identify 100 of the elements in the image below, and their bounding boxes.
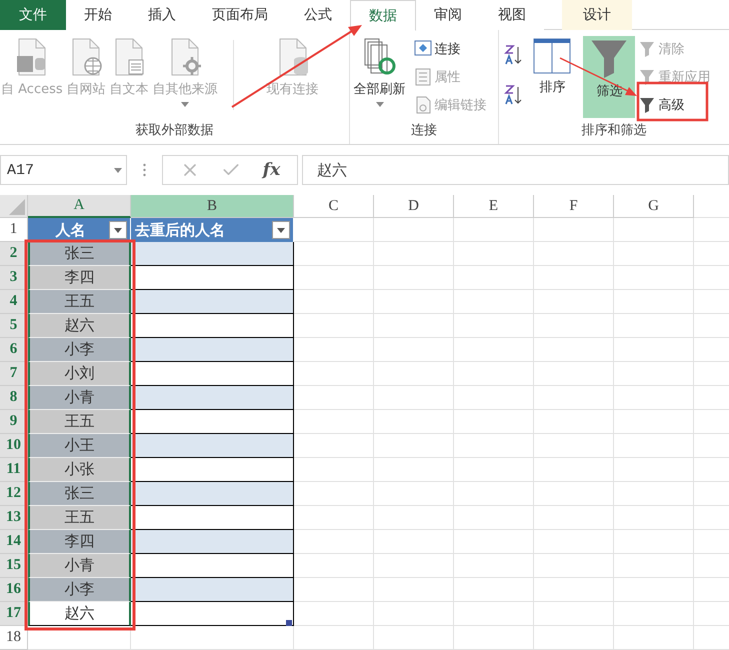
- column-header[interactable]: F: [534, 195, 614, 218]
- empty-cell[interactable]: [614, 458, 694, 482]
- empty-cell[interactable]: [614, 530, 694, 554]
- empty-cell[interactable]: [534, 626, 614, 650]
- sort-descending-icon[interactable]: [503, 84, 524, 106]
- column-header[interactable]: A: [28, 195, 131, 218]
- empty-cell[interactable]: [374, 602, 454, 626]
- empty-cell[interactable]: [534, 578, 614, 602]
- column-header[interactable]: E: [454, 195, 534, 218]
- empty-cell[interactable]: [534, 434, 614, 458]
- formula-field[interactable]: 赵六: [302, 155, 729, 185]
- empty-cell[interactable]: [614, 434, 694, 458]
- empty-cell[interactable]: [614, 362, 694, 386]
- empty-cell[interactable]: [374, 434, 454, 458]
- empty-cell[interactable]: [534, 386, 614, 410]
- ribbon-button[interactable]: 排序: [527, 36, 578, 118]
- name-box[interactable]: A17: [0, 155, 127, 185]
- ribbon-tab[interactable]: 设计: [562, 0, 632, 30]
- ribbon-tab[interactable]: 文件: [0, 0, 66, 30]
- empty-cell[interactable]: [614, 554, 694, 578]
- empty-cell[interactable]: [454, 530, 534, 554]
- empty-cell[interactable]: [374, 626, 454, 650]
- column-header[interactable]: B: [131, 195, 294, 218]
- empty-cell[interactable]: [534, 554, 614, 578]
- empty-cell[interactable]: [374, 218, 454, 242]
- empty-cell[interactable]: [454, 314, 534, 338]
- empty-cell[interactable]: [374, 506, 454, 530]
- empty-cell[interactable]: [374, 242, 454, 266]
- empty-cell[interactable]: [374, 458, 454, 482]
- empty-cell[interactable]: [534, 266, 614, 290]
- empty-cell[interactable]: [454, 458, 534, 482]
- empty-cell[interactable]: [534, 290, 614, 314]
- empty-cell[interactable]: [534, 338, 614, 362]
- empty-cell[interactable]: [374, 314, 454, 338]
- empty-cell[interactable]: [534, 314, 614, 338]
- sort-ascending-icon[interactable]: [503, 44, 524, 66]
- empty-cell[interactable]: [454, 506, 534, 530]
- empty-cell[interactable]: [534, 602, 614, 626]
- empty-cell[interactable]: [454, 578, 534, 602]
- insert-function-button[interactable]: fx: [262, 160, 280, 180]
- empty-cell[interactable]: [614, 626, 694, 650]
- empty-cell[interactable]: [534, 458, 614, 482]
- empty-cell[interactable]: [454, 410, 534, 434]
- column-header[interactable]: D: [374, 195, 454, 218]
- empty-cell[interactable]: [454, 338, 534, 362]
- empty-cell[interactable]: [614, 506, 694, 530]
- empty-cell[interactable]: [614, 482, 694, 506]
- empty-cell[interactable]: [614, 266, 694, 290]
- empty-cell[interactable]: [294, 626, 374, 650]
- ribbon-button[interactable]: 全部刷新: [350, 36, 410, 118]
- table-cell: 小刘: [28, 362, 131, 386]
- row-header[interactable]: 18: [0, 626, 28, 650]
- fill-handle[interactable]: [286, 620, 292, 626]
- empty-cell[interactable]: [454, 290, 534, 314]
- empty-cell[interactable]: [374, 482, 454, 506]
- column-header[interactable]: C: [294, 195, 374, 218]
- empty-cell[interactable]: [374, 554, 454, 578]
- empty-cell[interactable]: [454, 602, 534, 626]
- empty-cell[interactable]: [374, 578, 454, 602]
- empty-cell[interactable]: [534, 362, 614, 386]
- empty-cell[interactable]: [614, 578, 694, 602]
- empty-cell[interactable]: [454, 626, 534, 650]
- empty-cell[interactable]: [534, 410, 614, 434]
- empty-cell[interactable]: [374, 290, 454, 314]
- filter-dropdown[interactable]: [272, 221, 290, 239]
- empty-cell[interactable]: [374, 362, 454, 386]
- column-header[interactable]: G: [614, 195, 694, 218]
- empty-cell[interactable]: [614, 218, 694, 242]
- empty-cell[interactable]: [454, 242, 534, 266]
- empty-cell[interactable]: [614, 242, 694, 266]
- empty-cell[interactable]: [534, 218, 614, 242]
- empty-cell[interactable]: [614, 290, 694, 314]
- ribbon-tab[interactable]: 数据: [350, 0, 416, 31]
- empty-cell[interactable]: [614, 314, 694, 338]
- row-header[interactable]: 1: [0, 218, 28, 242]
- empty-cell[interactable]: [131, 626, 294, 650]
- empty-cell[interactable]: [534, 506, 614, 530]
- empty-cell[interactable]: [374, 266, 454, 290]
- empty-cell[interactable]: [454, 386, 534, 410]
- empty-cell[interactable]: [534, 242, 614, 266]
- empty-cell[interactable]: [534, 482, 614, 506]
- empty-cell[interactable]: [454, 482, 534, 506]
- empty-cell[interactable]: [534, 530, 614, 554]
- empty-cell[interactable]: [454, 434, 534, 458]
- empty-cell[interactable]: [614, 602, 694, 626]
- empty-cell[interactable]: [454, 266, 534, 290]
- empty-cell[interactable]: [374, 530, 454, 554]
- empty-cell[interactable]: [614, 338, 694, 362]
- empty-cell[interactable]: [614, 386, 694, 410]
- empty-cell[interactable]: [454, 218, 534, 242]
- ribbon-button[interactable]: 高级: [639, 94, 710, 116]
- filter-dropdown[interactable]: [109, 221, 127, 239]
- empty-cell[interactable]: [454, 554, 534, 578]
- empty-cell[interactable]: [454, 362, 534, 386]
- empty-cell[interactable]: [374, 338, 454, 362]
- empty-cell[interactable]: [614, 410, 694, 434]
- ribbon-button[interactable]: 连接: [414, 38, 487, 60]
- empty-cell[interactable]: [374, 386, 454, 410]
- select-all-corner[interactable]: [0, 195, 28, 218]
- empty-cell[interactable]: [374, 410, 454, 434]
